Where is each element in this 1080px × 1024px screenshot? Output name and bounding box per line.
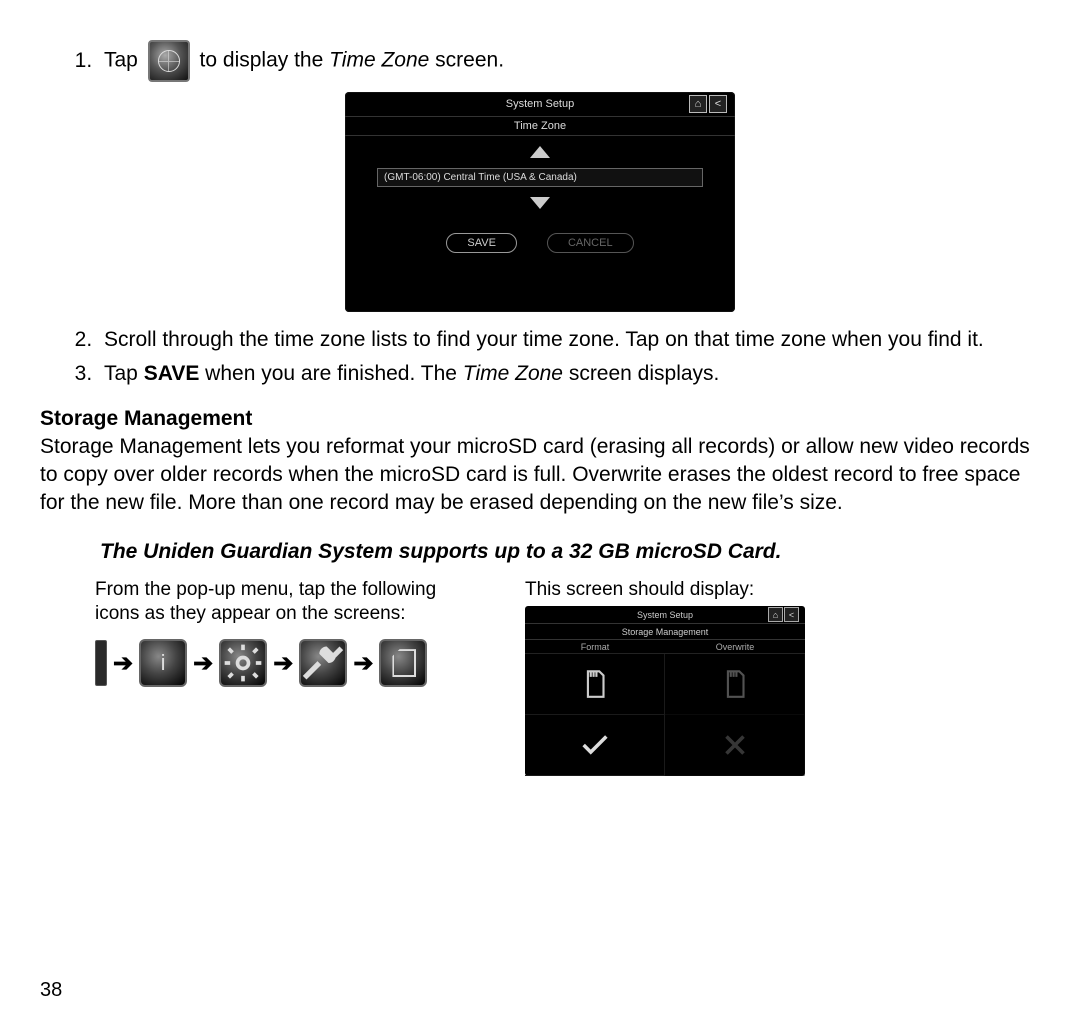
sd-card-icon: [379, 639, 427, 687]
timezone-screenshot: System Setup ⌂ < Time Zone (GMT-06:00) C…: [345, 92, 735, 312]
home-icon: ⌂: [689, 95, 707, 113]
tz-selected-value: (GMT-06:00) Central Time (USA & Canada): [377, 168, 703, 187]
back-icon: <: [709, 95, 727, 113]
arrow-down-icon: [530, 197, 550, 209]
step1-before: Tap: [104, 49, 138, 72]
storage-screenshot: System Setup ⌂ < Storage Management Form…: [525, 606, 805, 776]
gear-icon: [219, 639, 267, 687]
storage-management-heading: Storage Management: [40, 407, 1040, 431]
left-column-text: From the pop-up menu, tap the following …: [95, 578, 475, 627]
checkmark-icon: [525, 715, 665, 776]
tz-subtitle: Time Zone: [345, 117, 735, 136]
page-number: 38: [40, 979, 62, 1002]
right-column-text: This screen should display:: [525, 578, 805, 603]
step1-after-a: to display the: [200, 49, 330, 72]
arrow-icon: ➔: [193, 648, 213, 679]
ss-col-format: Format: [525, 640, 665, 654]
tab-icon: [95, 640, 107, 686]
overwrite-card-icon: [665, 654, 805, 715]
step-2: Scroll through the time zone lists to fi…: [98, 326, 1040, 354]
icon-navigation-row: ➔ i ➔ ➔ ➔: [95, 639, 475, 687]
info-icon: i: [139, 639, 187, 687]
cancel-button: CANCEL: [547, 233, 634, 253]
step-1: Tap to display the Time Zone screen.: [98, 40, 1040, 82]
ss-subtitle: Storage Management: [525, 624, 805, 640]
arrow-up-icon: [530, 146, 550, 158]
step-3: Tap SAVE when you are finished. The Time…: [98, 360, 1040, 388]
ss-col-overwrite: Overwrite: [665, 640, 805, 654]
arrow-icon: ➔: [273, 648, 293, 679]
save-button: SAVE: [446, 233, 517, 253]
globe-icon: [148, 40, 190, 82]
tz-title: System Setup: [506, 98, 574, 110]
tools-icon: [299, 639, 347, 687]
ss-title: System Setup: [637, 610, 693, 620]
cross-icon: [665, 715, 805, 776]
arrow-icon: ➔: [353, 648, 373, 679]
home-icon: ⌂: [768, 607, 783, 622]
back-icon: <: [784, 607, 799, 622]
storage-management-paragraph: Storage Management lets you reformat you…: [40, 433, 1040, 518]
arrow-icon: ➔: [113, 648, 133, 679]
format-card-icon: [525, 654, 665, 715]
step1-italic: Time Zone: [329, 49, 429, 72]
step1-after-b: screen.: [429, 49, 504, 72]
sd-card-note: The Uniden Guardian System supports up t…: [100, 540, 1040, 564]
